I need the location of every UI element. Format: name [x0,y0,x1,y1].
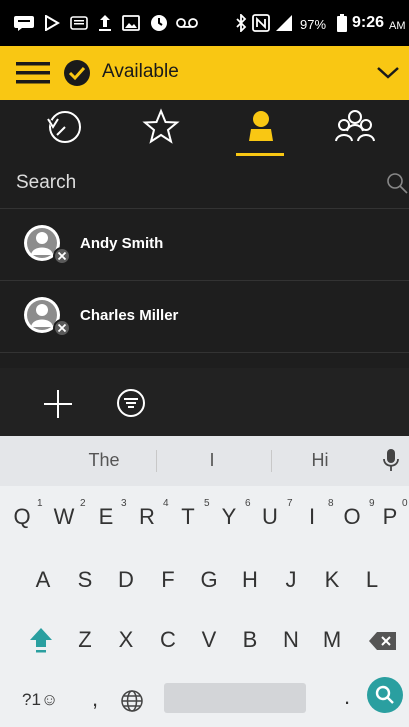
contact-row[interactable]: Charles Miller [0,280,409,351]
key-h[interactable]: H [232,567,268,593]
divider [156,450,157,472]
contact-icon [241,107,281,152]
key-e-number: 3 [121,498,127,509]
play-store-icon [44,14,60,32]
avatar-offline-icon [22,295,72,339]
app-header: Available [0,46,409,100]
soft-keyboard: The I Hi Q 1 W 2 E 3 R 4 T 5 Y 6 U 7 I 8… [0,436,409,727]
image-icon [122,14,140,32]
period-key[interactable]: . [344,684,350,710]
key-l[interactable]: L [354,567,390,593]
key-r-number: 4 [163,498,169,509]
suggestion-2[interactable]: I [162,450,262,471]
suggestion-1[interactable]: The [54,450,154,471]
key-x[interactable]: X [108,627,144,653]
key-b[interactable]: B [232,627,268,653]
key-p-number: 0 [402,498,408,509]
key-d[interactable]: D [108,567,144,593]
key-e[interactable]: E [88,504,124,530]
tab-history[interactable] [14,100,116,158]
key-f[interactable]: F [150,567,186,593]
battery-percent: 97% [300,17,327,32]
chevron-down-icon[interactable] [376,66,400,80]
key-q[interactable]: Q [4,504,40,530]
search-key-icon [375,685,394,704]
clock-icon [150,14,168,32]
key-y-number: 6 [245,498,251,509]
key-i-number: 8 [328,498,334,509]
key-o[interactable]: O [334,504,370,530]
avatar-offline-icon [22,223,72,267]
tab-bar [0,100,409,158]
key-m[interactable]: M [314,627,350,653]
backspace-icon[interactable] [368,631,398,651]
key-w-number: 2 [80,498,86,509]
presence-status-label[interactable]: Available [102,61,179,83]
star-icon [141,107,181,152]
key-k[interactable]: K [314,567,350,593]
search-bar [0,158,409,208]
search-key[interactable] [367,677,403,713]
suggestion-strip: The I Hi [0,436,409,486]
key-w[interactable]: W [46,504,82,530]
key-y[interactable]: Y [211,504,247,530]
group-icon [333,107,377,152]
key-n[interactable]: N [273,627,309,653]
clock-ampm: AM [389,20,406,32]
filter-icon[interactable] [116,388,146,418]
status-bar: 97% 9:26 AM [0,0,409,46]
key-u[interactable]: U [252,504,288,530]
search-icon[interactable] [386,172,408,194]
add-icon[interactable] [42,388,74,420]
message-icon [14,14,34,32]
key-s[interactable]: S [67,567,103,593]
available-status-icon [62,58,92,88]
key-t[interactable]: T [170,504,206,530]
comma-key[interactable]: , [92,686,98,712]
keyboard-notification-icon [70,14,88,32]
symbols-key[interactable]: ?1☺ [22,690,58,710]
bluetooth-icon [235,14,247,32]
space-key[interactable] [164,683,306,713]
battery-icon [337,14,347,32]
microphone-icon[interactable] [383,448,399,472]
globe-icon[interactable] [120,689,144,713]
key-v[interactable]: V [191,627,227,653]
contact-name: Charles Miller [80,307,179,324]
tab-contacts[interactable] [210,100,312,158]
key-a[interactable]: A [25,567,61,593]
selected-tab-indicator [236,153,284,156]
key-c[interactable]: C [150,627,186,653]
contact-row-partial[interactable] [0,352,409,368]
contact-name: Andy Smith [80,235,164,252]
key-t-number: 5 [204,498,210,509]
suggestion-3[interactable]: Hi [270,450,370,471]
key-g[interactable]: G [191,567,227,593]
tab-favorites[interactable] [110,100,212,158]
key-u-number: 7 [287,498,293,509]
tab-groups[interactable] [304,100,406,158]
shift-icon[interactable] [28,626,54,654]
signal-icon [274,14,294,32]
key-r[interactable]: R [129,504,165,530]
contact-row[interactable]: Andy Smith [0,208,409,279]
upload-icon [97,14,113,32]
voicemail-icon [176,14,198,32]
action-bar [0,368,409,436]
key-z[interactable]: Z [67,627,103,653]
clock-time: 9:26 [352,14,385,31]
key-q-number: 1 [37,498,43,509]
key-j[interactable]: J [273,567,309,593]
contact-list: Andy Smith Charles Miller [0,208,409,368]
key-i[interactable]: I [294,504,330,530]
menu-icon[interactable] [16,61,50,85]
history-icon [45,107,85,152]
nfc-icon [252,14,270,32]
search-input[interactable] [14,168,378,198]
